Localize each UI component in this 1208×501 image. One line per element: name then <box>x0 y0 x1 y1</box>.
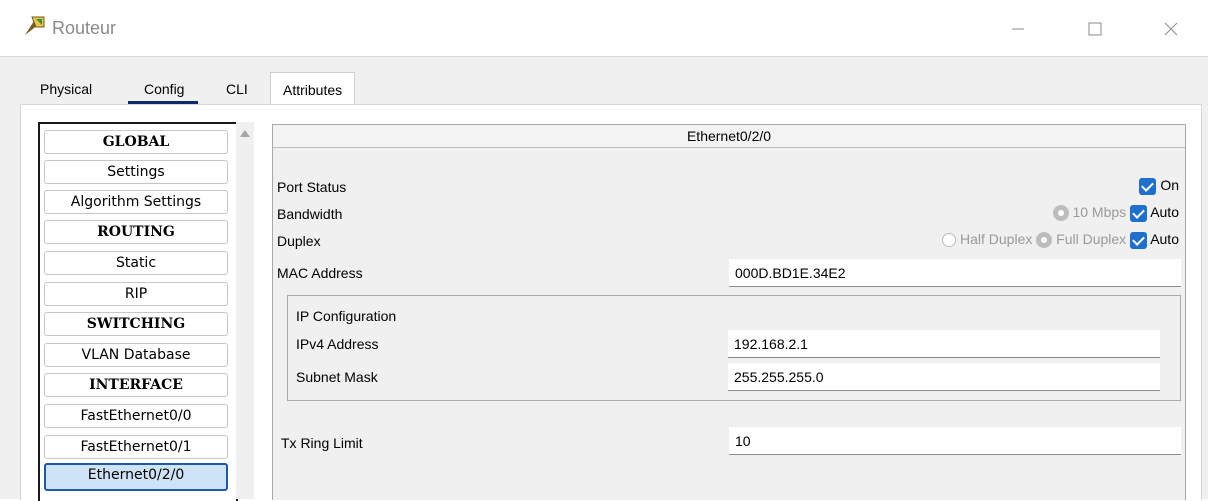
subnet-mask-field[interactable]: 255.255.255.0 <box>728 363 1160 391</box>
full-duplex-radio <box>1036 232 1053 249</box>
port-status-label: Port Status <box>277 179 347 195</box>
half-duplex-label: Half Duplex <box>959 231 1033 247</box>
sidebar-header-global[interactable]: GLOBAL <box>44 130 228 154</box>
close-icon[interactable] <box>1148 12 1194 46</box>
full-duplex-label: Full Duplex <box>1056 231 1127 247</box>
window-title: Routeur <box>52 18 117 38</box>
port-status-control: On <box>1139 177 1179 195</box>
sidebar-item-settings[interactable]: Settings <box>44 160 228 184</box>
sidebar-item-algorithm-settings[interactable]: Algorithm Settings <box>44 190 228 214</box>
minimize-icon[interactable] <box>994 12 1040 46</box>
tx-ring-limit-label: Tx Ring Limit <box>281 435 363 451</box>
scroll-up-arrow-icon[interactable] <box>240 130 250 137</box>
sidebar-header-switching[interactable]: SWITCHING <box>44 312 228 336</box>
duplex-control: Half Duplex Full Duplex Auto <box>942 231 1179 249</box>
tab-attributes[interactable]: Attributes <box>270 72 356 105</box>
mac-address-label: MAC Address <box>277 265 363 281</box>
duplex-auto-checkbox[interactable] <box>1130 231 1148 249</box>
sidebar-item-static[interactable]: Static <box>44 251 228 275</box>
subnet-mask-label: Subnet Mask <box>296 369 378 385</box>
interface-title: Ethernet0/2/0 <box>273 125 1185 148</box>
port-status-on-label: On <box>1160 177 1179 193</box>
tab-config-label: Config <box>144 81 185 97</box>
ipv4-address-label: IPv4 Address <box>296 336 379 352</box>
tab-cli[interactable]: CLI <box>220 76 254 102</box>
bandwidth-control: 10 Mbps Auto <box>1052 204 1179 222</box>
sidebar-item-fastethernet0-0[interactable]: FastEthernet0/0 <box>44 404 228 428</box>
duplex-auto-label: Auto <box>1150 231 1179 247</box>
sidebar-header-routing[interactable]: ROUTING <box>44 220 228 244</box>
mac-address-field[interactable]: 000D.BD1E.34E2 <box>729 259 1181 287</box>
interface-panel: Ethernet0/2/0 Port Status On Bandwidth 1… <box>272 124 1186 500</box>
sidebar-header-interface[interactable]: INTERFACE <box>44 373 228 397</box>
bandwidth-10mbps-label: 10 Mbps <box>1072 204 1127 220</box>
bandwidth-auto-checkbox[interactable] <box>1130 204 1148 222</box>
duplex-label: Duplex <box>277 233 321 249</box>
half-duplex-radio <box>942 233 957 248</box>
ipv4-address-field[interactable]: 192.168.2.1 <box>728 330 1160 358</box>
config-sidebar: GLOBAL Settings Algorithm Settings ROUTI… <box>38 122 238 501</box>
ip-configuration-group: IP Configuration IPv4 Address 192.168.2.… <box>287 295 1181 401</box>
port-status-checkbox[interactable] <box>1139 177 1157 195</box>
bandwidth-auto-label: Auto <box>1150 204 1179 220</box>
bandwidth-10mbps-radio <box>1052 205 1069 222</box>
sidebar-item-rip[interactable]: RIP <box>44 282 228 306</box>
maximize-icon[interactable] <box>1072 12 1118 46</box>
title-bar: Routeur <box>0 0 1208 57</box>
tx-ring-limit-field[interactable]: 10 <box>729 427 1181 455</box>
sidebar-item-ethernet0-2-0[interactable]: Ethernet0/2/0 <box>44 463 228 491</box>
sidebar-scrollbar[interactable] <box>236 122 254 499</box>
bandwidth-label: Bandwidth <box>277 206 343 222</box>
router-app-icon <box>25 16 45 35</box>
sidebar-item-fastethernet0-1[interactable]: FastEthernet0/1 <box>44 435 228 459</box>
tab-config[interactable]: Config <box>128 76 199 105</box>
ip-configuration-title: IP Configuration <box>296 308 397 324</box>
sidebar-item-vlan-database[interactable]: VLAN Database <box>44 343 228 367</box>
tab-physical[interactable]: Physical <box>34 76 98 102</box>
